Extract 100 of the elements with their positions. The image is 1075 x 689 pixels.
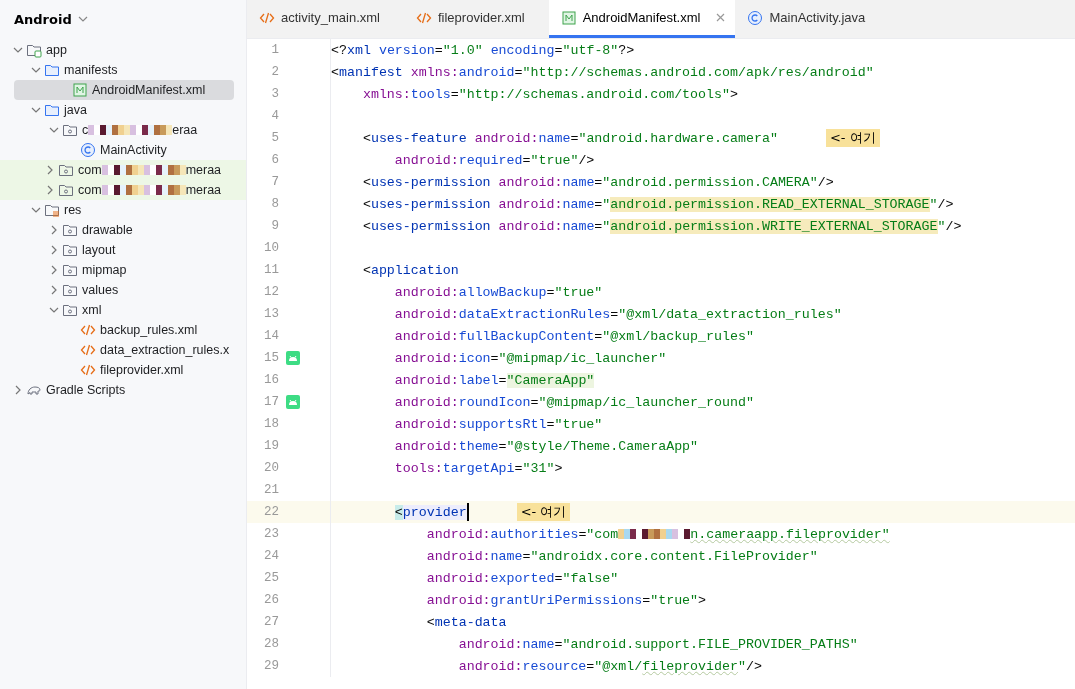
tree-item[interactable]: data_extraction_rules.x (4, 340, 242, 360)
tree-item[interactable]: com meraa (0, 180, 246, 200)
attribute-prefix: android: (393, 284, 459, 300)
attribute-prefix: android: (393, 394, 459, 410)
line-number: 11 (263, 263, 279, 277)
tree-item[interactable]: java (4, 100, 242, 120)
attribute-value: "com (586, 526, 619, 542)
tree-item-label: meraa (185, 163, 222, 177)
class-icon (80, 142, 96, 158)
code-punctuation: < (425, 614, 435, 630)
attribute-value: " (602, 196, 611, 212)
tree-item[interactable]: layout (4, 240, 242, 260)
close-icon[interactable] (716, 13, 726, 22)
tree-item[interactable]: backup_rules.xml (4, 320, 242, 340)
line-number: 5 (270, 131, 279, 145)
code-punctuation: = (642, 592, 651, 608)
tree-item[interactable]: xml (4, 300, 242, 320)
chevron-down-icon[interactable] (77, 16, 88, 22)
tree-item-label: drawable (82, 223, 133, 237)
attribute-value: "true" (530, 152, 579, 168)
attribute-value: "@xml/ (594, 658, 643, 674)
tag-name: uses-permission (370, 174, 491, 190)
module-folder-icon (26, 42, 42, 58)
editor-tab[interactable]: fileprovider.xml (403, 0, 549, 38)
annotation-note: <- 여기 (516, 503, 571, 521)
code-punctuation: = (514, 460, 523, 476)
attribute-value: android.permission.WRITE_EXTERNAL_STORAGE (610, 218, 938, 234)
line-number: 14 (263, 329, 279, 343)
tree-item[interactable]: MainActivity (4, 140, 242, 160)
code-punctuation: = (522, 548, 531, 564)
editor-tab[interactable]: AndroidManifest.xml (548, 0, 736, 38)
tag-name: manifest (339, 64, 403, 80)
attribute-name: grantUriPermissions (490, 592, 643, 608)
code-punctuation: = (554, 42, 563, 58)
code-punctuation: = (546, 284, 555, 300)
tree-item-label: layout (82, 243, 116, 257)
tree-item[interactable]: drawable (4, 220, 242, 240)
tree-item-label: app (46, 43, 67, 57)
attribute-name: name (562, 174, 595, 190)
line-number: 25 (263, 571, 279, 585)
attribute-name: theme (458, 438, 499, 454)
tree-item-label: eraa (172, 123, 198, 137)
attribute-name: exported (490, 570, 555, 586)
code-punctuation: > (730, 86, 738, 102)
annotation-note: <- 여기 (825, 129, 880, 147)
line-number: 20 (263, 461, 279, 475)
attribute-name: fullBackupContent (458, 328, 595, 344)
code-punctuation: < (361, 218, 371, 234)
chevron-right-icon[interactable] (15, 385, 21, 395)
attribute-value: android.permission.READ_EXTERNAL_STORAGE (610, 196, 930, 212)
attribute-prefix: android: (497, 218, 563, 234)
code-punctuation: = (570, 130, 579, 146)
chevron-down-icon[interactable] (31, 107, 41, 113)
tree-item[interactable]: c eraa (4, 120, 242, 140)
project-view-selector[interactable]: Android (14, 11, 72, 27)
tree-item[interactable]: fileprovider.xml (4, 360, 242, 380)
tree-item[interactable]: values (4, 280, 242, 300)
tree-item[interactable]: Gradle Scripts (4, 380, 242, 400)
line-number: 27 (263, 615, 279, 629)
attribute-value: " (937, 218, 946, 234)
editor-tab[interactable]: MainActivity.java (735, 0, 890, 38)
editor-tab[interactable]: activity_main.xml (247, 0, 404, 38)
attribute-value: "android.support.FILE_PROVIDER_PATHS" (562, 636, 858, 652)
chevron-down-icon[interactable] (49, 307, 59, 313)
attribute-name: targetApi (442, 460, 515, 476)
tree-item[interactable]: AndroidManifest.xml (14, 80, 234, 100)
attribute-name: tools (410, 86, 451, 102)
xml-file-icon (80, 342, 96, 358)
attribute-value: "android.hardware.camera" (578, 130, 778, 146)
line-number: 10 (263, 241, 279, 255)
line-number: 12 (263, 285, 279, 299)
attribute-name: name (562, 218, 595, 234)
package-folder-icon (62, 302, 78, 318)
attribute-value: "androidx.core.content.FileProvider" (530, 548, 818, 564)
tree-item-label: java (64, 103, 87, 117)
attribute-prefix: android: (473, 130, 539, 146)
tree-item-label: Gradle Scripts (46, 383, 126, 397)
chevron-down-icon[interactable] (31, 207, 41, 213)
attribute-name: supportsRtl (458, 416, 547, 432)
line-number: 7 (270, 175, 279, 189)
code-punctuation: ?> (618, 42, 635, 58)
line-number: 1 (270, 43, 279, 57)
code-punctuation: = (594, 174, 603, 190)
tree-item[interactable]: app (4, 40, 242, 60)
code-punctuation: /> (817, 174, 834, 190)
line-number: 4 (270, 109, 279, 123)
attribute-name: name (522, 636, 555, 652)
chevron-down-icon[interactable] (31, 67, 41, 73)
code-punctuation: < (361, 196, 371, 212)
attribute-value: "android.permission.CAMERA" (602, 174, 818, 190)
line-number: 3 (270, 87, 279, 101)
code-punctuation: /> (937, 196, 954, 212)
tree-item[interactable]: manifests (4, 60, 242, 80)
tree-item[interactable]: res (4, 200, 242, 220)
attribute-value: n.cameraapp.fileprovider" (690, 526, 890, 542)
chevron-down-icon[interactable] (13, 47, 23, 53)
tree-item[interactable]: com meraa (0, 160, 246, 180)
line-number: 19 (263, 439, 279, 453)
chevron-down-icon[interactable] (49, 127, 59, 133)
tree-item[interactable]: mipmap (4, 260, 242, 280)
